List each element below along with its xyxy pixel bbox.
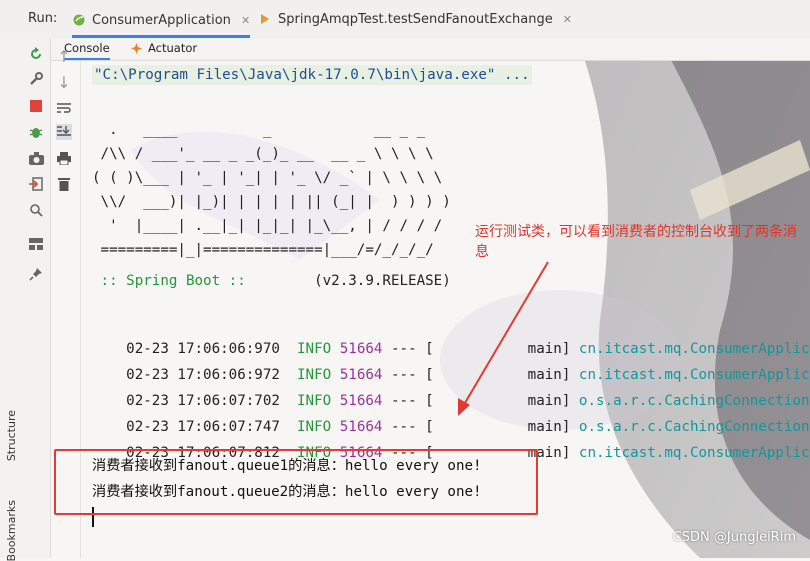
spring-boot-version-line: :: Spring Boot :: (v2.3.9.RELEASE): [92, 273, 451, 289]
banner-line: =========|_|==============|___/=/_/_/_/: [92, 242, 434, 258]
soft-wrap-icon[interactable]: [56, 100, 72, 116]
structure-panel-toggle[interactable]: Structure: [5, 410, 18, 461]
log-line: 02-23 17:06:07:747 INFO 51664 --- [ main…: [92, 403, 809, 435]
spring-boot-label: :: Spring Boot ::: [92, 273, 255, 289]
log-line: 02-23 17:06:07:812 INFO 51664 --- [ main…: [92, 429, 809, 461]
pin-icon[interactable]: [28, 266, 44, 282]
java-command-line: "C:\Program Files\Java\jdk-17.0.7\bin\ja…: [92, 65, 532, 85]
scroll-down-icon[interactable]: ↓: [56, 73, 72, 92]
log-line: 02-23 17:06:07:702 INFO 51664 --- [ main…: [92, 377, 809, 409]
test-run-icon: [261, 14, 269, 24]
scroll-to-end-icon[interactable]: [56, 124, 72, 140]
search-icon[interactable]: [28, 202, 44, 218]
spring-boot-version: (v2.3.9.RELEASE): [254, 273, 451, 289]
tab-label: SpringAmqpTest.testSendFanoutExchange: [278, 11, 553, 27]
banner-line: \\/ ___)| |_)| | | | | || (_| | ) ) ) ): [92, 194, 451, 210]
banner-line: . ____ _ __ _ _: [92, 122, 426, 138]
bookmarks-panel-toggle[interactable]: Bookmarks: [5, 500, 18, 561]
layout-icon[interactable]: [28, 236, 44, 252]
run-toolwindow-header: Run: ConsumerApplication ✕ SpringAmqpTes…: [0, 0, 810, 39]
log-line: 02-23 17:06:06:972 INFO 51664 --- [ main…: [92, 351, 809, 383]
highlight-box: [54, 449, 538, 515]
log-logger: cn.itcast.mq.ConsumerApplic: [578, 445, 810, 461]
banner-line: ' |____| .__|_| |_|_| |_\__, | / / / /: [92, 218, 443, 234]
log-line: 02-23 17:06:06:970 INFO 51664 --- [ main…: [92, 325, 809, 357]
tab-actuator[interactable]: Actuator: [130, 38, 197, 58]
tab-consumer-application[interactable]: ConsumerApplication ✕: [72, 5, 251, 38]
banner-line: /\\ / ___'_ __ _ _(_)_ __ __ _ \ \ \ \: [92, 146, 434, 162]
debug-bug-icon[interactable]: [28, 124, 44, 140]
exit-icon[interactable]: [28, 176, 44, 192]
camera-icon[interactable]: [28, 150, 44, 166]
print-icon[interactable]: [56, 150, 72, 166]
tab-label: Actuator: [148, 41, 198, 55]
run-label: Run:: [28, 11, 58, 26]
scroll-up-icon[interactable]: ↑: [56, 47, 72, 66]
tab-spring-amqp-test[interactable]: SpringAmqpTest.testSendFanoutExchange ✕: [258, 5, 572, 33]
watermark: CSDN @JungleiRim: [672, 530, 796, 545]
actuator-icon: [131, 42, 142, 54]
run-toolbar: ↑ ↓ Structure Bookmarks: [0, 38, 72, 561]
rerun-icon[interactable]: [28, 46, 44, 62]
close-icon[interactable]: ✕: [563, 13, 572, 26]
tab-label: ConsumerApplication: [92, 12, 231, 28]
annotation-note: 运行测试类，可以看到消费者的控制台收到了两条消息: [475, 224, 797, 260]
console-tabs: Console Actuator: [50, 38, 810, 61]
trash-icon[interactable]: [56, 176, 72, 192]
wrench-icon[interactable]: [28, 71, 44, 87]
close-icon[interactable]: ✕: [241, 14, 250, 27]
banner-line: ( ( )\___ | '_ | '_| | '_ \/ _` | \ \ \ …: [92, 170, 443, 186]
spring-run-icon: [73, 14, 85, 26]
stop-icon[interactable]: [28, 98, 44, 114]
